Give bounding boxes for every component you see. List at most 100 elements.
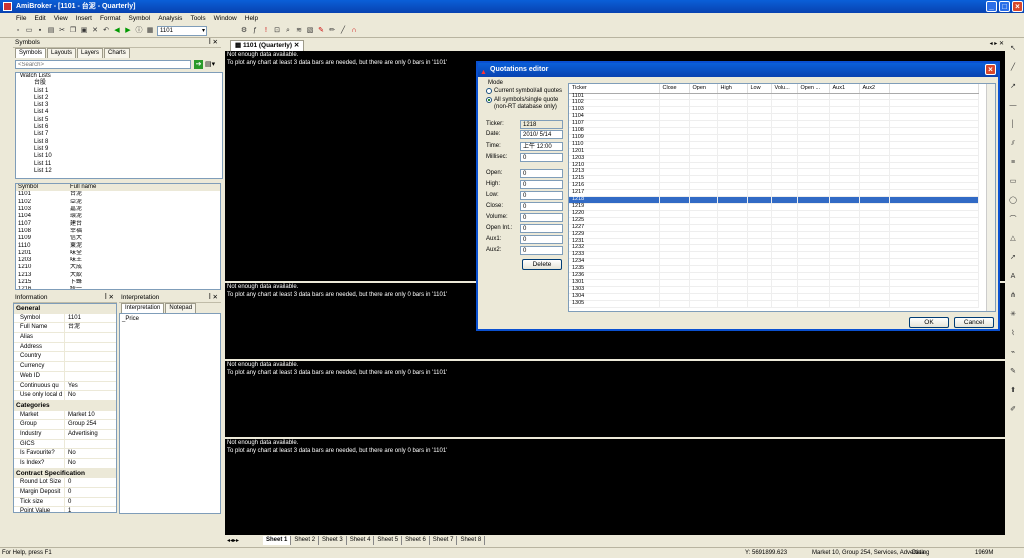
grid-row[interactable]: 1102 (569, 99, 979, 108)
time-input[interactable]: 上午 12:00 (520, 142, 563, 151)
property-row[interactable]: GICS (14, 439, 116, 450)
table-row[interactable]: 1108 幸福 (16, 228, 220, 235)
table-row[interactable]: 1102 亞泥 (16, 199, 220, 206)
search-go-icon[interactable]: ➔ (194, 60, 203, 69)
menu-file[interactable]: File (16, 15, 26, 22)
undo-icon[interactable]: ↶ (102, 27, 110, 35)
sheet-tab[interactable]: Sheet 3 (319, 536, 347, 545)
tab-notepad[interactable]: Notepad (165, 303, 197, 313)
property-row[interactable]: Full Name 台泥 (14, 323, 116, 334)
arc-icon[interactable]: ⌒ (1008, 215, 1018, 225)
grid-column-header[interactable]: Open ... (797, 84, 830, 94)
grid-row[interactable]: 1215 (569, 175, 979, 184)
property-row[interactable]: Use only local d No (14, 391, 116, 401)
tree-item[interactable]: List 5 (20, 117, 222, 124)
quotations-grid[interactable]: Ticker Close Open High Low Volu... Open ... Aux… (568, 83, 996, 312)
column-header[interactable]: Full name (68, 184, 118, 191)
sheet-tab[interactable]: Sheet 7 (430, 536, 458, 545)
settings-icon[interactable]: ⚙ (240, 27, 248, 35)
color-icon[interactable]: ✎ (317, 27, 325, 35)
watchlist-tree[interactable]: Watch Lists 台股 List 1 List 2 List 3 List 4 Lis… (15, 72, 223, 179)
grid-row[interactable]: 1229 (569, 231, 979, 239)
line-icon[interactable]: ╱ (1008, 63, 1018, 73)
delete-icon[interactable]: ✕ (91, 27, 99, 35)
grid-row[interactable]: 1210 (569, 162, 979, 170)
doc-tab-close-icon[interactable]: ✕ (294, 42, 299, 49)
property-row[interactable]: Is Index? No (14, 459, 116, 469)
sheet-tab[interactable]: Sheet 1 (263, 536, 292, 545)
new-icon[interactable]: ▫ (14, 27, 22, 35)
ellipse-icon[interactable]: ◯ (1008, 196, 1018, 206)
grid-column-header[interactable]: Close (659, 84, 690, 94)
tree-item[interactable]: List 10 (20, 153, 222, 160)
column-header[interactable]: Symbol (16, 184, 68, 191)
arrow-up-icon[interactable]: ⬆ (1008, 386, 1018, 396)
table-row[interactable]: 1210 大成 (16, 264, 220, 271)
grid-row[interactable]: 1216 (569, 182, 979, 191)
grid-row[interactable]: 1304 (569, 293, 979, 301)
grid-column-header[interactable]: Open (689, 84, 718, 94)
grid-row[interactable]: 1234 (569, 258, 979, 267)
tree-item[interactable]: 台股 (20, 80, 222, 87)
property-row[interactable]: Margin Deposit 0 (14, 488, 116, 498)
pen-icon[interactable]: ✎ (1008, 367, 1018, 377)
table-row[interactable]: 1107 建台 (16, 220, 220, 227)
brush-icon[interactable]: ✐ (1008, 405, 1018, 415)
grid-row[interactable]: 1220 (569, 210, 979, 218)
grid-row[interactable]: 1227 (569, 224, 979, 232)
select-icon[interactable]: ↖ (1008, 44, 1018, 54)
tree-item[interactable]: Watch Lists (20, 73, 222, 80)
grid-row[interactable]: 1201 (569, 148, 979, 156)
tree-item[interactable]: List 4 (20, 109, 222, 116)
back-icon[interactable]: ◀ (113, 27, 121, 35)
grid-row[interactable]: 1110 (569, 141, 979, 149)
volume-input[interactable]: 0 (520, 213, 563, 222)
cycle-icon[interactable]: ⌇ (1008, 329, 1018, 339)
maximize-button[interactable]: □ (999, 1, 1010, 12)
close-button[interactable]: × (1012, 1, 1023, 12)
grid-row[interactable]: 1103 (569, 106, 979, 115)
openint-input[interactable]: 0 (520, 224, 563, 233)
grid-row[interactable]: 1236 (569, 272, 979, 280)
menu-tools[interactable]: Tools (190, 15, 205, 22)
menu-edit[interactable]: Edit (34, 15, 45, 22)
sheet-tab[interactable]: Sheet 5 (374, 536, 403, 545)
table-row[interactable]: 1213 大飲 (16, 272, 220, 279)
close-input[interactable]: 0 (520, 202, 563, 211)
menu-symbol[interactable]: Symbol (129, 15, 151, 22)
doc-tab[interactable]: ▦ 1101 (Quarterly) ✕ (230, 40, 305, 51)
property-row[interactable]: Industry Advertising (14, 429, 116, 440)
tree-item[interactable]: List 9 (20, 146, 222, 153)
magnet-icon[interactable]: ∩ (350, 27, 358, 35)
tree-item[interactable]: List 6 (20, 124, 222, 131)
property-row[interactable]: Is Favourite? No (14, 449, 116, 459)
triangle-icon[interactable]: △ (1008, 234, 1018, 244)
alert-icon[interactable]: ! (262, 27, 270, 35)
pitchfork-icon[interactable]: ⋔ (1008, 291, 1018, 301)
grid-row[interactable]: 1213 (569, 169, 979, 177)
grid-row[interactable]: 1303 (569, 286, 979, 294)
tab-layers[interactable]: Layers (77, 48, 104, 58)
tab-charts[interactable]: Charts (104, 48, 130, 58)
sheet-tab[interactable]: Sheet 8 (457, 536, 486, 545)
date-input[interactable]: 2010/ 5/14 (520, 130, 563, 139)
ok-button[interactable]: OK (909, 317, 949, 328)
line-icon[interactable]: ╱ (339, 27, 347, 35)
grid-row[interactable]: 1104 (569, 113, 979, 122)
menu-window[interactable]: Window (214, 15, 237, 22)
cut-icon[interactable]: ✂ (58, 27, 66, 35)
grid-row[interactable]: 1107 (569, 120, 979, 129)
hline-icon[interactable]: — (1008, 101, 1018, 111)
grid-row[interactable]: 1108 (569, 127, 979, 135)
table-row[interactable]: 1103 嘉泥 (16, 206, 220, 213)
aux1-input[interactable]: 0 (520, 235, 563, 244)
zigzag-icon[interactable]: ⌁ (1008, 348, 1018, 358)
grid-column-header[interactable]: Aux1 (829, 84, 860, 94)
text-icon[interactable]: A (1008, 272, 1018, 282)
grid-row[interactable]: 1218 (569, 196, 979, 204)
gann-icon[interactable]: ✳ (1008, 310, 1018, 320)
layers-icon[interactable]: ≋ (295, 27, 303, 35)
minimize-button[interactable]: _ (986, 1, 997, 12)
property-row[interactable]: Symbol 1101 (14, 313, 116, 324)
table-row[interactable]: 1101 台泥 (16, 191, 220, 198)
